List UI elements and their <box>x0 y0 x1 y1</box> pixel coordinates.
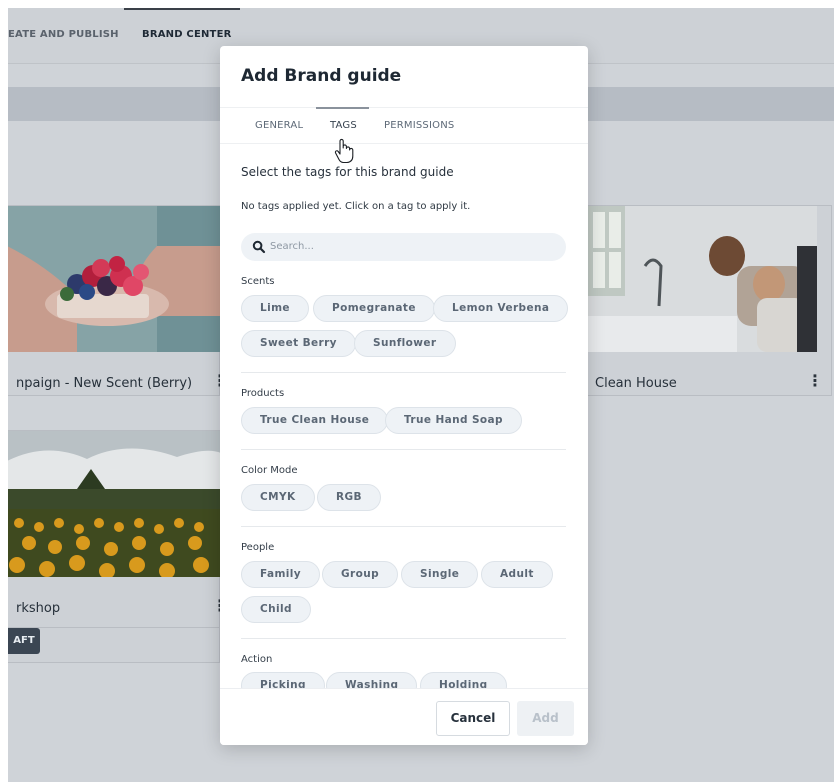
group-label-people: People <box>241 542 275 553</box>
tag-chip-pomegranate[interactable]: Pomegranate <box>313 295 435 322</box>
tag-chip-sweet-berry[interactable]: Sweet Berry <box>241 330 356 357</box>
status-badge: AFT <box>8 628 40 654</box>
active-tab-indicator <box>316 107 369 109</box>
card-title: Clean House <box>595 376 677 391</box>
group-label-products: Products <box>241 388 285 399</box>
tag-chip-adult[interactable]: Adult <box>481 561 553 588</box>
no-tags-hint: No tags applied yet. Click on a tag to a… <box>241 201 471 212</box>
add-button[interactable]: Add <box>517 701 574 736</box>
sunflower-field-thumbnail <box>8 431 221 577</box>
group-label-scents: Scents <box>241 276 275 287</box>
group-label-action: Action <box>241 654 273 665</box>
card-title: npaign - New Scent (Berry) <box>16 376 193 391</box>
tag-search-input[interactable]: Search... <box>241 233 566 261</box>
tab-permissions[interactable]: PERMISSIONS <box>384 120 454 131</box>
nav-tab-create-and-publish[interactable]: EATE AND PUBLISH <box>8 29 119 40</box>
search-placeholder: Search... <box>270 241 314 252</box>
group-label-color-mode: Color Mode <box>241 465 298 476</box>
tag-chip-child[interactable]: Child <box>241 596 311 623</box>
group-divider <box>241 526 566 527</box>
group-divider <box>241 449 566 450</box>
tab-tags[interactable]: TAGS <box>330 120 357 131</box>
tag-chip-lemon-verbena[interactable]: Lemon Verbena <box>433 295 569 322</box>
tag-chip-lime[interactable]: Lime <box>241 295 309 322</box>
cancel-button[interactable]: Cancel <box>436 701 510 736</box>
page-left-edge <box>0 0 8 782</box>
tag-chip-washing[interactable]: Washing <box>326 672 418 688</box>
add-brand-guide-dialog: Add Brand guide GENERAL TAGS PERMISSIONS… <box>220 46 588 745</box>
tag-chip-rgb[interactable]: RGB <box>317 484 381 511</box>
dialog-footer: Cancel Add <box>220 688 588 745</box>
dialog-body: Select the tags for this brand guide No … <box>220 145 588 688</box>
tag-chip-true-clean-house[interactable]: True Clean House <box>241 407 389 434</box>
tag-chip-holding[interactable]: Holding <box>420 672 507 688</box>
tags-intro-text: Select the tags for this brand guide <box>241 165 454 179</box>
tag-chip-single[interactable]: Single <box>401 561 479 588</box>
tag-chip-picking[interactable]: Picking <box>241 672 325 688</box>
tab-general[interactable]: GENERAL <box>255 120 303 131</box>
brand-guide-card[interactable]: Clean House ⋮ <box>586 205 832 396</box>
nav-tab-brand-center[interactable]: BRAND CENTER <box>142 29 232 40</box>
card-title: rkshop <box>16 601 61 616</box>
brand-guide-card[interactable]: rkshop ⋮ <box>8 430 228 663</box>
kebab-menu-icon[interactable]: ⋮ <box>807 372 823 390</box>
brand-guide-card[interactable]: npaign - New Scent (Berry) ⋮ <box>8 205 228 396</box>
berries-thumbnail <box>8 206 221 352</box>
clean-house-thumbnail <box>587 206 817 352</box>
search-icon <box>252 240 266 254</box>
card-divider <box>8 627 221 628</box>
tag-chip-sunflower[interactable]: Sunflower <box>354 330 456 357</box>
nav-active-indicator <box>124 8 240 10</box>
tag-chip-cmyk[interactable]: CMYK <box>241 484 315 511</box>
dialog-title: Add Brand guide <box>241 66 402 86</box>
tag-chip-group[interactable]: Group <box>322 561 399 588</box>
tag-chip-family[interactable]: Family <box>241 561 321 588</box>
tag-chip-true-hand-soap[interactable]: True Hand Soap <box>385 407 522 434</box>
hand-pointer-icon <box>334 138 354 164</box>
dialog-tabs: GENERAL TAGS PERMISSIONS <box>220 107 588 144</box>
group-divider <box>241 638 566 639</box>
group-divider <box>241 372 566 373</box>
